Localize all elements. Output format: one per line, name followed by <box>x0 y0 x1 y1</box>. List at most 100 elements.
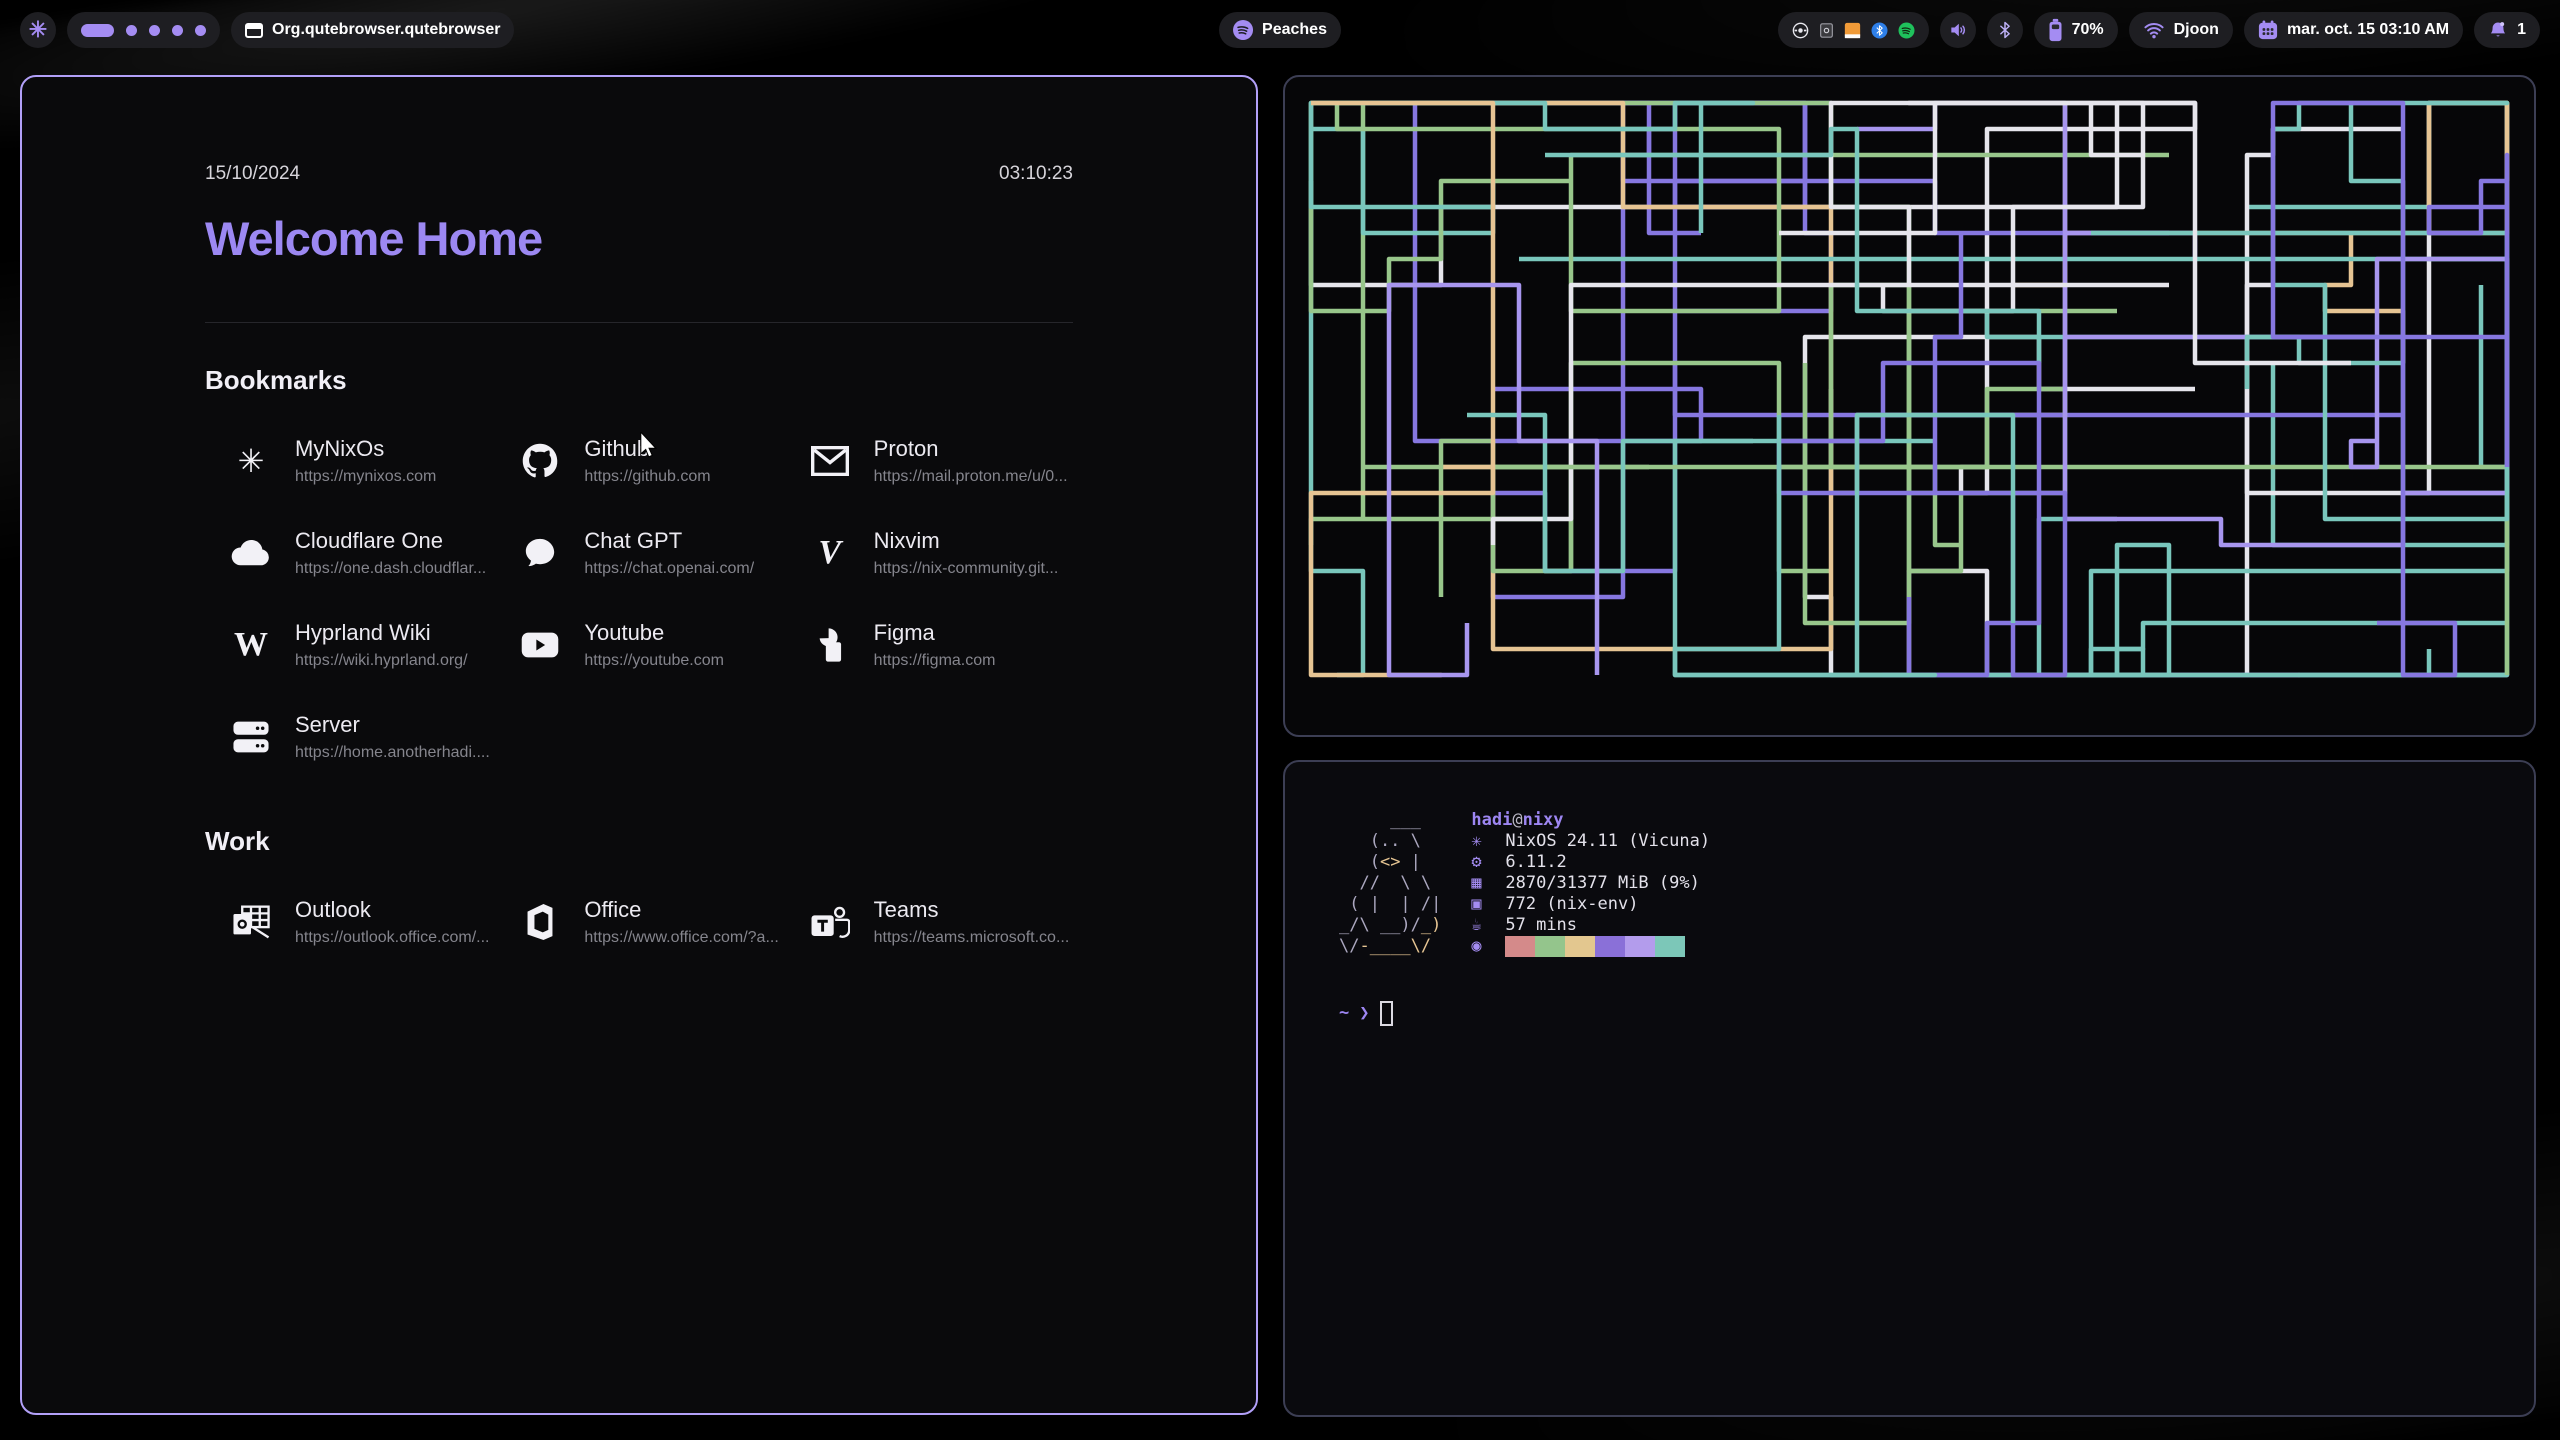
vault-tray-icon[interactable] <box>1819 22 1834 39</box>
bookmark-name: Outlook <box>295 897 489 923</box>
volume-widget[interactable] <box>1940 12 1976 48</box>
bluetooth-tray-icon[interactable] <box>1871 22 1888 39</box>
bookmark-name: Teams <box>874 897 1070 923</box>
bookmark-name: Figma <box>874 620 996 646</box>
downloads-tray-icon[interactable] <box>1844 22 1861 39</box>
media-title: Peaches <box>1262 21 1327 39</box>
bookmark-item[interactable]: Outlook https://outlook.office.com/... <box>205 897 494 947</box>
bluetooth-widget[interactable] <box>1987 12 2023 48</box>
section-heading-bookmarks: Bookmarks <box>205 365 1073 396</box>
media-widget[interactable]: Peaches <box>1219 12 1341 48</box>
bookmark-name: Cloudflare One <box>295 528 486 554</box>
bookmark-name: Chat GPT <box>584 528 754 554</box>
battery-icon <box>2048 18 2063 42</box>
workspaces-widget[interactable] <box>67 12 220 48</box>
bookmark-item[interactable]: V Nixvim https://nix-community.git... <box>784 528 1073 578</box>
clock-widget[interactable]: mar. oct. 15 03:10 AM <box>2244 12 2463 48</box>
system-tray <box>1778 12 1929 48</box>
tux-ascii-art: ___ (.. \ (<> | // \ \ ( | | /| _/\ __)/… <box>1339 810 1441 957</box>
fetch-entry: ▦2870/31377 MiB (9%) <box>1471 873 1710 894</box>
pipes-art <box>1285 77 2533 734</box>
os-icon: ✳ <box>1471 831 1505 852</box>
bookmark-name: Nixvim <box>874 528 1059 554</box>
shell-prompt[interactable]: ~ ❯ <box>1339 1001 2480 1026</box>
notifications-widget[interactable]: 1 <box>2474 12 2540 48</box>
battery-widget[interactable]: 70% <box>2034 12 2118 48</box>
vim-icon: V <box>810 533 850 573</box>
bookmark-url: https://mynixos.com <box>295 468 436 486</box>
bookmark-url: https://home.anotherhadi.... <box>295 744 490 762</box>
spotify-tray-icon[interactable] <box>1898 22 1915 39</box>
bookmark-item[interactable]: WHyprland Wikihttps://wiki.hyprland.org/ <box>205 620 494 670</box>
fetch-entry: ⚙6.11.2 <box>1471 852 1710 873</box>
palette-icon: ◉ <box>1471 936 1505 957</box>
bookmark-url: https://outlook.office.com/... <box>295 929 489 947</box>
bell-icon <box>2488 20 2508 40</box>
bookmark-item[interactable]: Protonhttps://mail.proton.me/u/0... <box>784 436 1073 486</box>
bookmark-item[interactable]: Chat GPThttps://chat.openai.com/ <box>494 528 783 578</box>
network-name: Djoon <box>2174 21 2219 39</box>
bookmark-url: https://github.com <box>584 468 710 486</box>
bookmark-name: Youtube <box>584 620 724 646</box>
speaker-icon <box>1948 20 1968 40</box>
bookmark-item[interactable]: Serverhttps://home.anotherhadi.... <box>205 712 494 762</box>
clock-label: mar. oct. 15 03:10 AM <box>2287 21 2449 39</box>
startpage-date: 15/10/2024 <box>205 163 300 185</box>
bookmark-name: Office <box>584 897 778 923</box>
workspace-1-active[interactable] <box>81 24 114 37</box>
workspace-4[interactable] <box>172 25 183 36</box>
prompt-directory: ~ <box>1339 1003 1349 1024</box>
workspace-3[interactable] <box>149 25 160 36</box>
bookmark-url: https://teams.microsoft.co... <box>874 929 1070 947</box>
status-bar: ✳ Org.qutebrowser.qutebrowser Peaches <box>0 0 2560 58</box>
nixos-logo-icon: ✳ <box>29 17 47 43</box>
fetch-entry: ▣772 (nix-env) <box>1471 894 1710 915</box>
server-icon <box>231 717 271 757</box>
color-swatch <box>1595 936 1625 957</box>
network-widget[interactable]: Djoon <box>2129 12 2233 48</box>
fetch-color-palette: ◉ <box>1471 936 1710 957</box>
office-icon <box>520 902 560 942</box>
prompt-chevron: ❯ <box>1359 1003 1369 1024</box>
bookmark-url: https://wiki.hyprland.org/ <box>295 652 468 670</box>
bookmark-url: https://nix-community.git... <box>874 560 1059 578</box>
fastfetch-output: ___ (.. \ (<> | // \ \ ( | | /| _/\ __)/… <box>1339 810 2480 957</box>
bookmark-grid: ✳MyNixOshttps://mynixos.comGithubhttps:/… <box>205 436 1073 762</box>
bookmark-item[interactable]: Office https://www.office.com/?a... <box>494 897 783 947</box>
fetch-value: 6.11.2 <box>1505 852 1566 873</box>
workspace-5[interactable] <box>195 25 206 36</box>
workspace-2[interactable] <box>126 25 137 36</box>
bookmark-item[interactable]: ✳MyNixOshttps://mynixos.com <box>205 436 494 486</box>
color-swatch <box>1655 936 1685 957</box>
color-swatch <box>1625 936 1655 957</box>
bookmark-item[interactable]: Cloudflare Onehttps://one.dash.cloudflar… <box>205 528 494 578</box>
bookmark-name: Hyprland Wiki <box>295 620 468 646</box>
bookmark-item[interactable]: Figma https://figma.com <box>784 620 1073 670</box>
launcher-button[interactable]: ✳ <box>20 12 56 48</box>
bookmark-url: https://www.office.com/?a... <box>584 929 778 947</box>
startpage-time: 03:10:23 <box>999 163 1073 185</box>
nix-icon: ✳ <box>231 441 271 481</box>
packages-icon: ▣ <box>1471 894 1505 915</box>
uptime-icon: ☕ <box>1471 915 1505 936</box>
fetch-value: NixOS 24.11 (Vicuna) <box>1505 831 1710 852</box>
chat-icon <box>520 533 560 573</box>
window-icon <box>245 23 263 38</box>
outlook-icon <box>231 902 271 942</box>
color-swatch <box>1535 936 1565 957</box>
qutebrowser-window: 15/10/2024 03:10:23 Welcome Home Bookmar… <box>20 75 1258 1415</box>
disc-tray-icon[interactable] <box>1792 22 1809 39</box>
bookmark-item[interactable]: Teams https://teams.microsoft.co... <box>784 897 1073 947</box>
bookmark-item[interactable]: Youtubehttps://youtube.com <box>494 620 783 670</box>
bluetooth-icon <box>1996 20 2014 40</box>
bookmark-url: https://figma.com <box>874 652 996 670</box>
kernel-icon: ⚙ <box>1471 852 1505 873</box>
terminal-window[interactable]: ___ (.. \ (<> | // \ \ ( | | /| _/\ __)/… <box>1283 760 2536 1417</box>
cloud-icon <box>231 533 271 573</box>
fetch-user-line: hadi@nixy <box>1471 810 1710 831</box>
active-window-widget[interactable]: Org.qutebrowser.qutebrowser <box>231 12 514 48</box>
spotify-icon <box>1233 20 1253 40</box>
mail-icon <box>810 441 850 481</box>
fetch-value: 772 (nix-env) <box>1505 894 1638 915</box>
teams-icon <box>810 902 850 942</box>
